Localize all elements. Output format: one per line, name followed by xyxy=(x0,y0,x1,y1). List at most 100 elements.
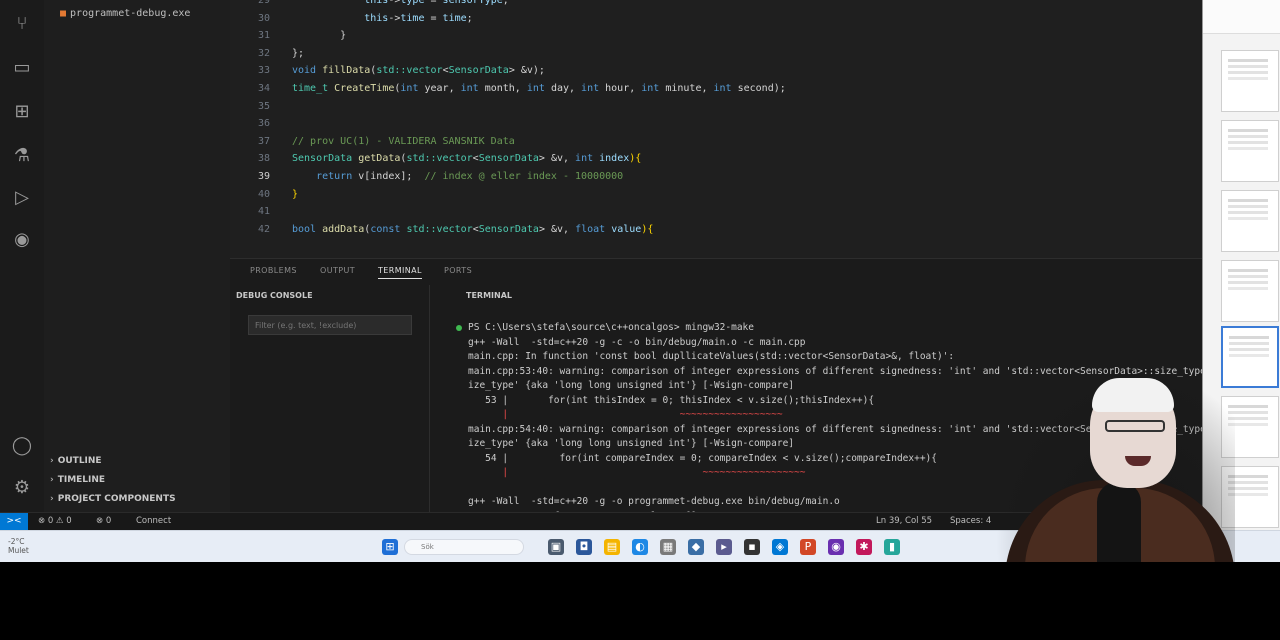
powerpoint-icon[interactable]: P xyxy=(800,539,816,555)
code-token: int xyxy=(641,83,660,94)
line-number: 32 xyxy=(257,47,270,59)
video-letterbox xyxy=(0,562,1280,640)
timeline-section[interactable]: › TIMELINE xyxy=(50,475,105,485)
code-line[interactable]: 31 } xyxy=(230,27,1202,44)
project-components-section[interactable]: › PROJECT COMPONENTS xyxy=(50,494,176,504)
testing-icon[interactable]: ⚗ xyxy=(10,144,34,168)
code-token: // prov UC(1) - VALIDERA SANSNIK Data xyxy=(292,135,515,147)
code-token: SensorData xyxy=(478,223,539,235)
code-editor[interactable]: 29 this->type = sensorType; 30 this->time… xyxy=(230,0,1202,258)
extensions-icon[interactable]: ⊞ xyxy=(10,100,34,124)
problems-status[interactable]: ⊗ 0 ⚠ 0 xyxy=(38,516,72,526)
terminal-app-icon[interactable]: ▸ xyxy=(716,539,732,555)
indentation-status[interactable]: Spaces: 4 xyxy=(950,516,991,526)
code-line[interactable]: 32}; xyxy=(230,45,1202,62)
tab-output[interactable]: OUTPUT xyxy=(320,266,355,275)
code-line[interactable]: 36 xyxy=(230,115,1202,132)
code-token: time xyxy=(400,12,425,24)
connect-status[interactable]: Connect xyxy=(136,516,171,526)
code-token: > &v, xyxy=(538,153,576,165)
line-number: 29 xyxy=(257,0,270,6)
line-number: 41 xyxy=(257,206,270,218)
source-control-icon[interactable]: ⑂ xyxy=(10,12,34,36)
terminal-line: g++ -Wall -std=c++20 -g -o programmet-de… xyxy=(468,496,840,507)
remote-indicator-button[interactable]: >< xyxy=(0,513,28,530)
code-line[interactable]: 38 SensorData getData(std::vector<SensorD… xyxy=(230,150,1202,167)
start-button-icon[interactable]: ⊞ xyxy=(382,539,398,555)
line-number: 40 xyxy=(257,188,270,200)
app-icon-4[interactable]: ✱ xyxy=(856,539,872,555)
code-token: } xyxy=(292,30,347,42)
code-line[interactable]: 30 this->time = time; xyxy=(230,10,1202,27)
code-line[interactable]: 37 // prov UC(1) - VALIDERA SANSNIK Data xyxy=(230,133,1202,150)
desktop-screen: ⑂ ▭ ⊞ ⚗ ▷ ◉ ◯ ⚙ ■ programmet-debug.exe › O… xyxy=(0,0,1280,562)
app-icon-2[interactable]: ▪ xyxy=(744,539,760,555)
code-token: float xyxy=(575,223,606,235)
debug-console-title: DEBUG CONSOLE xyxy=(236,291,313,300)
line-number: 38 xyxy=(257,153,270,165)
code-token: time_t xyxy=(292,83,329,94)
code-line[interactable]: 33 void fillData(std::vector<SensorData> … xyxy=(230,62,1202,79)
vscode-taskbar-icon[interactable]: ◈ xyxy=(772,539,788,555)
activity-bar: ⑂ ▭ ⊞ ⚗ ▷ ◉ ◯ ⚙ xyxy=(0,0,44,512)
code-token: } xyxy=(292,188,299,200)
copilot-icon[interactable]: ◉ xyxy=(10,228,34,252)
teams-icon[interactable]: ◘ xyxy=(576,539,592,555)
code-token: int xyxy=(400,83,419,94)
cursor-position[interactable]: Ln 39, Col 55 xyxy=(876,516,932,526)
task-view-icon[interactable]: ▣ xyxy=(548,539,564,555)
debug-console-filter-input[interactable] xyxy=(248,315,412,335)
app-icon[interactable]: ◆ xyxy=(688,539,704,555)
debug-console-pane: DEBUG CONSOLE xyxy=(230,285,430,513)
code-token: ){ xyxy=(629,153,642,165)
line-number: 42 xyxy=(257,223,270,235)
edge-browser-icon[interactable]: ◐ xyxy=(632,539,648,555)
file-explorer-icon[interactable]: ▤ xyxy=(604,539,620,555)
code-token: hour, xyxy=(599,83,642,94)
document-toolbar[interactable] xyxy=(1203,0,1280,34)
store-icon[interactable]: ▦ xyxy=(660,539,676,555)
code-line[interactable]: 35 xyxy=(230,98,1202,115)
settings-gear-icon[interactable]: ⚙ xyxy=(10,476,34,500)
taskbar-search-input[interactable]: Sök xyxy=(404,539,524,555)
explorer-file-item[interactable]: ■ programmet-debug.exe xyxy=(60,8,190,19)
code-token: const xyxy=(370,223,401,235)
code-line[interactable]: 34 time_t CreateTime(int year, int month,… xyxy=(230,80,1202,97)
code-token: addData xyxy=(322,223,365,235)
code-line[interactable]: 40} xyxy=(230,186,1202,203)
remote-explorer-icon[interactable]: ▭ xyxy=(10,56,34,80)
tab-problems[interactable]: PROBLEMS xyxy=(250,266,297,275)
line-number: 31 xyxy=(257,30,270,42)
outline-section[interactable]: › OUTLINE xyxy=(50,456,102,466)
app-icon-3[interactable]: ◉ xyxy=(828,539,844,555)
code-token: this xyxy=(364,12,389,24)
run-debug-icon[interactable]: ▷ xyxy=(10,186,34,210)
chevron-right-icon: › xyxy=(50,456,54,466)
tab-terminal[interactable]: TERMINAL xyxy=(378,266,422,279)
slide-thumbnail[interactable] xyxy=(1221,50,1279,112)
presenter-glasses xyxy=(1105,420,1165,432)
terminal-line: 53 | for(int thisIndex = 0; thisIndex < … xyxy=(468,394,875,406)
weather-widget[interactable]: -2°C Mulet xyxy=(8,537,29,555)
app-icon-5[interactable]: ▮ xyxy=(884,539,900,555)
code-token: value xyxy=(611,223,642,235)
slide-thumbnail[interactable] xyxy=(1221,190,1279,252)
code-token: second); xyxy=(731,83,786,94)
tab-ports[interactable]: PORTS xyxy=(444,266,472,275)
code-line[interactable]: 42 bool addData(const std::vector<SensorD… xyxy=(230,221,1202,238)
code-line[interactable]: 41 xyxy=(230,203,1202,220)
code-token: minute, xyxy=(659,83,714,94)
code-line[interactable]: 29 this->type = sensorType; xyxy=(230,0,1202,9)
code-token: > &v); xyxy=(508,65,545,77)
code-token: CreateTime xyxy=(334,83,395,94)
code-token: fillData xyxy=(322,65,371,77)
ports-status[interactable]: ⊗ 0 xyxy=(96,516,111,526)
account-icon[interactable]: ◯ xyxy=(10,434,34,458)
code-token: std::vector xyxy=(376,65,443,77)
slide-thumbnail[interactable] xyxy=(1221,260,1279,322)
code-line[interactable]: 39 return v[index]; // index @ eller ind… xyxy=(230,168,1202,185)
line-number: 30 xyxy=(257,12,270,24)
slide-thumbnail[interactable] xyxy=(1221,120,1279,182)
